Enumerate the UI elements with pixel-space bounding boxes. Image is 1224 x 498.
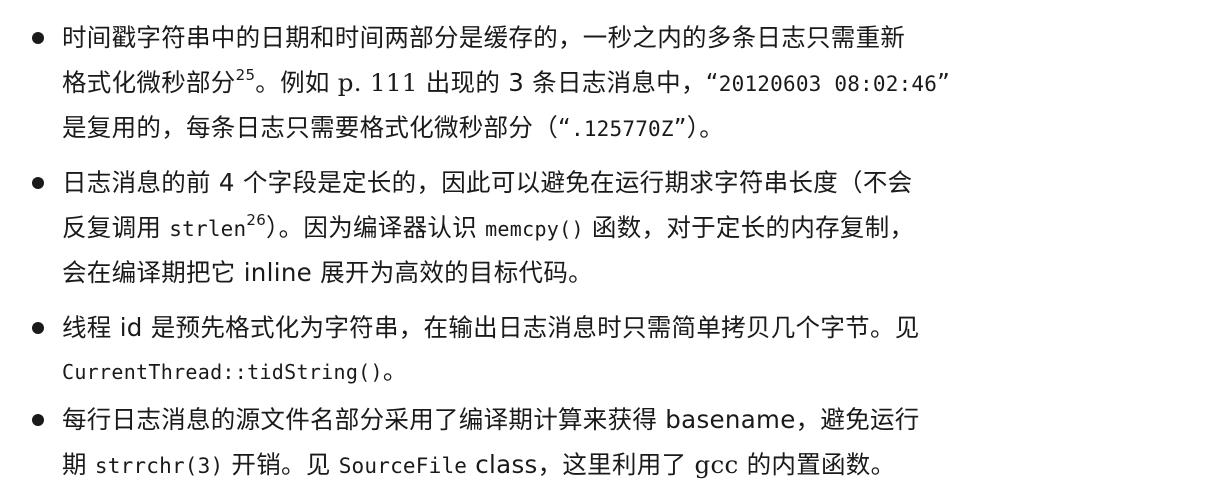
text-segment: 反复调用 [62, 213, 170, 242]
code-tidstring: CurrentThread::tidString() [62, 360, 383, 384]
text-segment: 格式化微秒部分 [62, 68, 236, 97]
list-item-line: CurrentThread::tidString()。 [62, 354, 408, 388]
text-segment: ，这里利用了 [537, 450, 695, 479]
text-segment: 。例如 [255, 68, 338, 97]
text-segment: 。 [382, 356, 408, 385]
text-segment: ，避免运行 [795, 405, 920, 434]
inline-keyword: id [119, 313, 143, 342]
text-segment: ”）。 [673, 113, 725, 142]
bullet-dot-icon [32, 414, 44, 426]
list-item-line: 日志消息的前 4 个字段是定长的，因此可以避免在运行期求字符串长度（不会 [62, 166, 912, 200]
bullet-dot-icon [32, 322, 44, 334]
text-segment: 展开为高效的目标代码。 [312, 258, 593, 287]
text-segment: ” [937, 68, 951, 97]
inline-keyword: inline [243, 258, 313, 287]
text-segment: 线程 [62, 313, 120, 342]
list-item-line: 期 strrchr(3) 开销。见 SourceFile class，这里利用了… [62, 448, 895, 482]
text-segment: 时间戳字符串中的日期和时间两部分是缓存的，一秒之内的多条日志只需重新 [62, 23, 906, 52]
list-item-line: 是复用的，每条日志只需要格式化微秒部分（“.125770Z”）。 [62, 111, 724, 145]
text-segment: 函数，对于定长的内存复制， [583, 213, 915, 242]
document-page: 时间戳字符串中的日期和时间两部分是缓存的，一秒之内的多条日志只需重新 格式化微秒… [0, 0, 1224, 498]
text-segment: 会在编译期把它 [62, 258, 244, 287]
text-segment: 期 [62, 450, 95, 479]
inline-keyword: basename [665, 405, 796, 434]
bullet-dot-icon [32, 177, 44, 189]
text-segment: 是复用的，每条日志只需要格式化微秒部分（“ [62, 113, 571, 142]
bullet-dot-icon [32, 32, 44, 44]
text-segment: 出现的 3 条日志消息中，“ [417, 68, 719, 97]
list-item-line: 反复调用 strlen26）。因为编译器认识 memcpy() 函数，对于定长的… [62, 211, 914, 245]
code-strlen: strlen [169, 217, 247, 241]
text-segment: 开销。见 [223, 450, 339, 479]
text-segment: ）。因为编译器认识 [266, 213, 486, 242]
page-reference: p. 111 [337, 68, 418, 97]
inline-keyword: gcc [694, 450, 739, 479]
text-segment: 是预先格式化为字符串，在输出日志消息时只需简单拷贝几个字节。见 [142, 313, 920, 342]
inline-keyword: class [475, 450, 538, 479]
code-strrchr: strrchr(3) [94, 454, 224, 478]
text-segment: 日志消息的前 4 个字段是定长的，因此可以避免在运行期求字符串长度（不会 [62, 168, 913, 197]
code-sourcefile: SourceFile [338, 454, 468, 478]
code-timestamp: 20120603 08:02:46 [718, 72, 938, 96]
text-segment: 的内置函数。 [738, 450, 896, 479]
code-memcpy: memcpy() [485, 217, 584, 241]
footnote-ref: 26 [246, 210, 267, 229]
list-item-line: 格式化微秒部分25。例如 p. 111 出现的 3 条日志消息中，“201206… [62, 66, 950, 100]
list-item-line: 时间戳字符串中的日期和时间两部分是缓存的，一秒之内的多条日志只需重新 [62, 21, 905, 55]
code-microseconds: .125770Z [571, 117, 674, 141]
list-item-line: 每行日志消息的源文件名部分采用了编译期计算来获得 basename，避免运行 [62, 403, 920, 437]
list-item-line: 线程 id 是预先格式化为字符串，在输出日志消息时只需简单拷贝几个字节。见 [62, 311, 920, 345]
text-segment: 每行日志消息的源文件名部分采用了编译期计算来获得 [62, 405, 666, 434]
footnote-ref: 25 [235, 65, 256, 84]
list-item-line: 会在编译期把它 inline 展开为高效的目标代码。 [62, 256, 593, 290]
